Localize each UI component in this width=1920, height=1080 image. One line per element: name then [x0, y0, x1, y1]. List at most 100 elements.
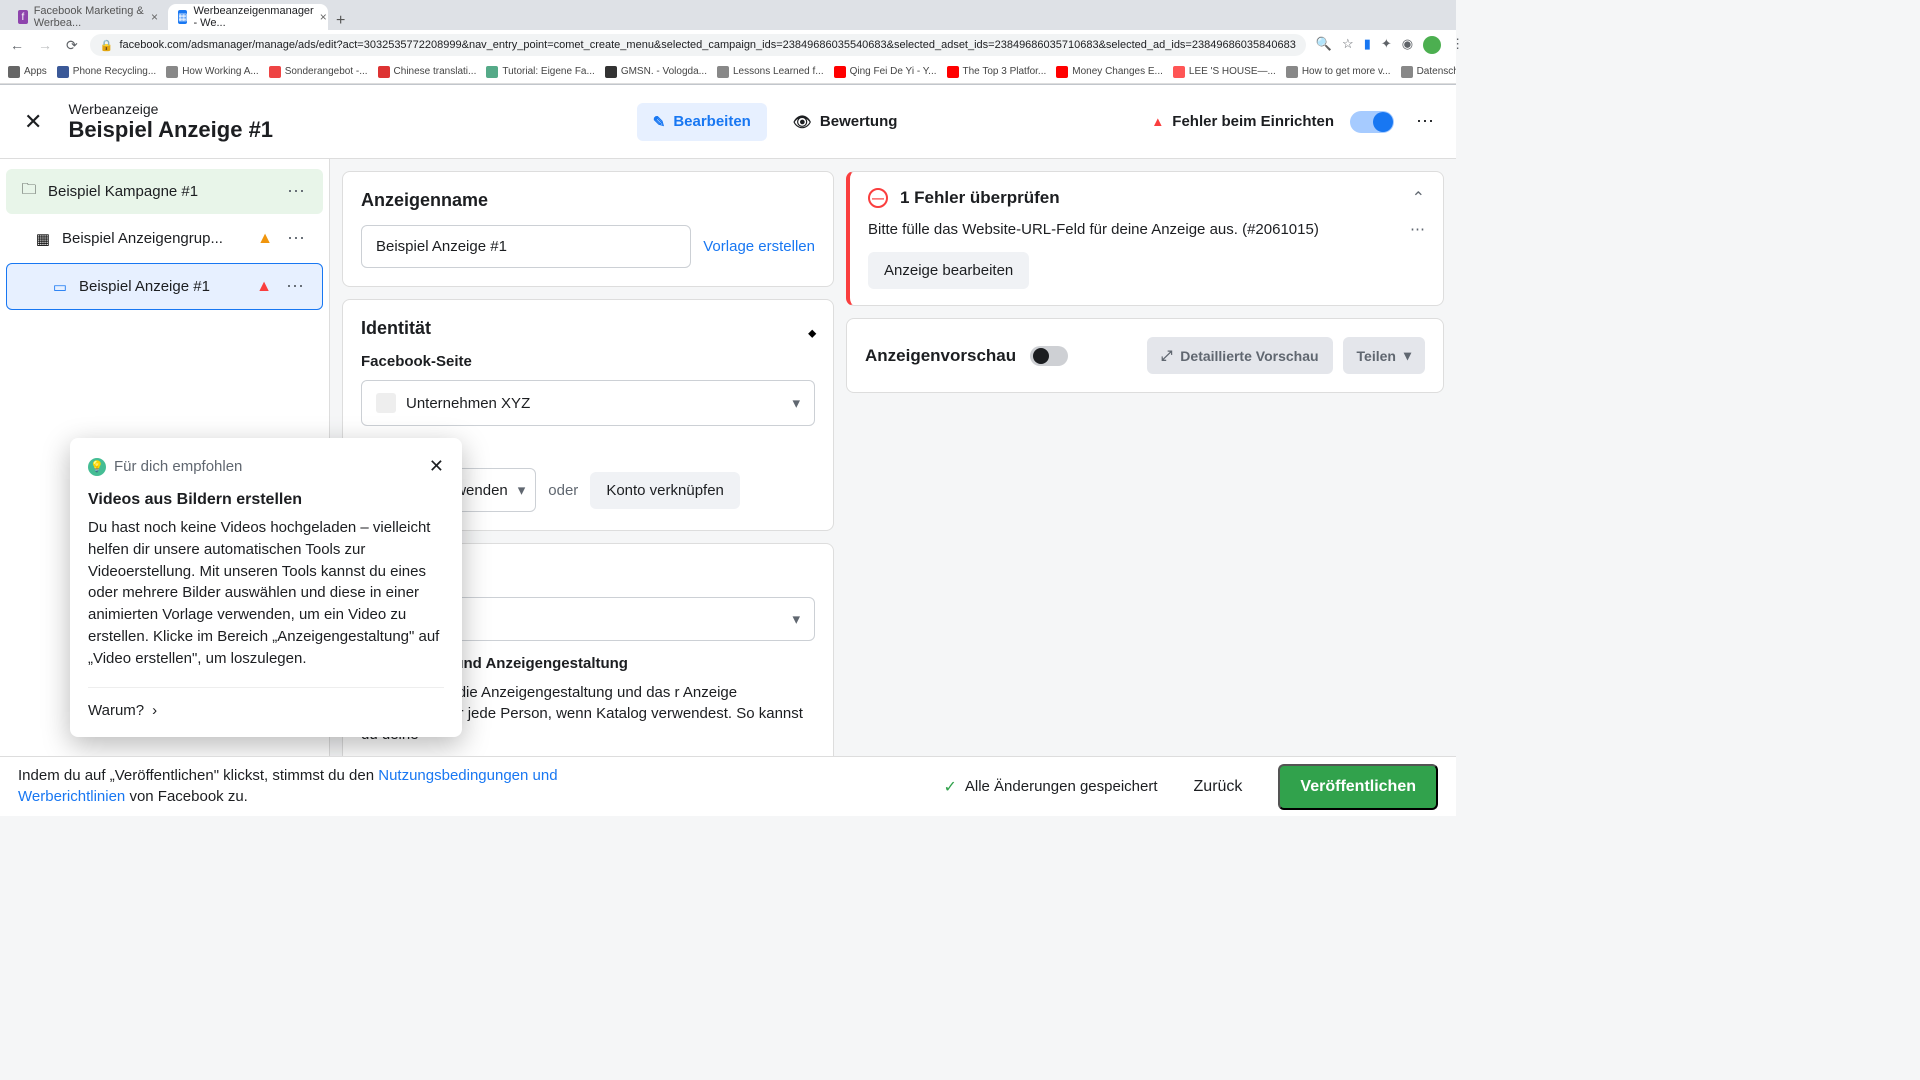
extension-icon[interactable]: ▮ [1364, 36, 1371, 54]
edit-ad-button[interactable]: Anzeige bearbeiten [868, 252, 1029, 289]
forward-icon[interactable]: → [36, 35, 54, 55]
new-tab-button[interactable]: + [328, 12, 353, 30]
close-icon[interactable]: × [320, 10, 327, 24]
app-header: ✕ Werbeanzeige Beispiel Anzeige #1 ✎ Bea… [0, 85, 1456, 159]
bookmark-item[interactable]: LEE 'S HOUSE—... [1173, 66, 1276, 78]
active-toggle[interactable] [1350, 111, 1394, 133]
facebook-page-select[interactable]: Unternehmen XYZ ▾ [361, 380, 815, 426]
browser-tab-active[interactable]: ▦ Werbeanzeigenmanager - We... × [168, 4, 328, 30]
apps-button[interactable]: Apps [8, 66, 47, 78]
bookmark-item[interactable]: GMSN. - Vologda... [605, 66, 707, 78]
close-button[interactable]: ✕ [16, 105, 50, 139]
lightbulb-icon: 💡 [88, 458, 106, 476]
popover-title: Videos aus Bildern erstellen [88, 491, 444, 509]
footer-disclaimer: Indem du auf „Veröffentlichen" klickst, … [18, 766, 638, 807]
browser-chrome: f Facebook Marketing & Werbea... × ▦ Wer… [0, 0, 1456, 85]
edit-button[interactable]: ✎ Bearbeiten [637, 103, 767, 141]
select-value: Unternehmen XYZ [406, 395, 530, 412]
close-icon[interactable]: × [151, 10, 158, 24]
sidebar-item-ad[interactable]: ▭ Beispiel Anzeige #1 ▲ ⋯ [6, 263, 323, 310]
review-button[interactable]: 👁 Bewertung [777, 103, 914, 141]
facebook-favicon-icon: f [18, 10, 28, 24]
bookmark-item[interactable]: The Top 3 Platfor... [947, 66, 1047, 78]
bookmark-item[interactable]: Sonderangebot -... [269, 66, 368, 78]
bookmark-item[interactable]: Money Changes E... [1056, 66, 1163, 78]
check-icon: ✓ [943, 777, 956, 797]
eye-icon: 👁 [793, 113, 812, 131]
error-title: 1 Fehler überprüfen [900, 188, 1400, 208]
ad-icon: ▭ [51, 278, 69, 296]
ad-name-card: Anzeigenname Vorlage erstellen [342, 171, 834, 287]
warning-icon: ▲ [257, 230, 273, 248]
more-icon[interactable]: ⋯ [283, 181, 309, 202]
chevron-down-icon: ▾ [1404, 347, 1411, 364]
save-status: ✓ Alle Änderungen gespeichert [943, 777, 1157, 797]
page-icon [376, 393, 396, 413]
bookmark-item[interactable]: Tutorial: Eigene Fa... [486, 66, 594, 78]
close-icon[interactable]: ✕ [429, 456, 444, 477]
chevron-down-icon: ▾ [792, 610, 800, 628]
bookmark-item[interactable]: Chinese translati... [378, 66, 477, 78]
back-button[interactable]: Zurück [1176, 768, 1261, 806]
puzzle-icon[interactable]: ✦ [1381, 36, 1392, 54]
sidebar-item-label: Beispiel Anzeige #1 [79, 278, 246, 295]
menu-icon[interactable]: ⋮ [1451, 36, 1464, 54]
browser-tab[interactable]: f Facebook Marketing & Werbea... × [8, 4, 168, 30]
bookmark-item[interactable]: Qing Fei De Yi - Y... [834, 66, 937, 78]
sidebar-item-label: Beispiel Kampagne #1 [48, 183, 273, 200]
popover-body: Du hast noch keine Videos hochgeladen – … [88, 517, 444, 669]
bookmark-item[interactable]: How to get more v... [1286, 66, 1391, 78]
reload-icon[interactable]: ⟳ [64, 35, 80, 56]
error-icon: ▲ [256, 278, 272, 296]
chevron-right-icon: › [152, 702, 157, 719]
warning-triangle-icon: ▲ [1151, 114, 1164, 129]
sidebar-item-adset[interactable]: ▦ Beispiel Anzeigengrup... ▲ ⋯ [6, 216, 323, 261]
error-message: Bitte fülle das Website-URL-Feld für dei… [868, 220, 1398, 240]
url-text: facebook.com/adsmanager/manage/ads/edit?… [119, 39, 1295, 51]
share-button[interactable]: Teilen ▾ [1343, 337, 1425, 374]
setup-error-badge: ▲ Fehler beim Einrichten [1151, 113, 1334, 130]
more-icon[interactable]: ⋯ [282, 276, 308, 297]
address-bar: ← → ⟳ 🔒 facebook.com/adsmanager/manage/a… [0, 30, 1456, 60]
or-text: oder [548, 482, 578, 499]
bookmark-item[interactable]: Datenschutz – Re... [1401, 66, 1456, 78]
more-menu-button[interactable]: ⋯ [1410, 105, 1440, 138]
sidebar-item-label: Beispiel Anzeigengrup... [62, 230, 247, 247]
back-icon[interactable]: ← [8, 35, 26, 55]
publish-button[interactable]: Veröffentlichen [1278, 764, 1438, 810]
ad-name-input[interactable] [361, 225, 691, 268]
cursor-icon: ⬥ [808, 326, 816, 341]
create-template-link[interactable]: Vorlage erstellen [703, 238, 815, 255]
error-circle-icon: — [868, 188, 888, 208]
chevron-up-icon[interactable]: ⌃ [1412, 188, 1425, 208]
bookmark-item[interactable]: Phone Recycling... [57, 66, 156, 78]
preview-card: Anzeigenvorschau ⤢ Detaillierte Vorschau… [846, 318, 1444, 393]
bookmarks-bar: Apps Phone Recycling... How Working A...… [0, 60, 1456, 84]
tab-title: Werbeanzeigenmanager - We... [193, 5, 313, 29]
sidebar-item-campaign[interactable]: 🗀 Beispiel Kampagne #1 ⋯ [6, 169, 323, 214]
adset-icon: ▦ [34, 230, 52, 248]
detailed-preview-button[interactable]: ⤢ Detaillierte Vorschau [1147, 337, 1332, 374]
expand-icon: ⤢ [1161, 347, 1172, 364]
chevron-down-icon: ▾ [518, 481, 526, 499]
page-title: Beispiel Anzeige #1 [68, 117, 273, 143]
bookmark-item[interactable]: Lessons Learned f... [717, 66, 824, 78]
url-field[interactable]: 🔒 facebook.com/adsmanager/manage/ads/edi… [90, 34, 1306, 56]
more-icon[interactable]: ⋯ [283, 228, 309, 249]
ads-manager-favicon-icon: ▦ [178, 10, 187, 24]
tab-title: Facebook Marketing & Werbea... [34, 5, 145, 29]
section-title: Anzeigenname [361, 190, 815, 211]
star-icon[interactable]: ☆ [1342, 36, 1354, 54]
lock-icon: 🔒 [100, 39, 114, 52]
avatar-icon[interactable] [1423, 36, 1441, 54]
pencil-icon: ✎ [653, 113, 666, 131]
preview-toggle[interactable] [1030, 346, 1068, 366]
extension-icon[interactable]: ◉ [1402, 36, 1413, 54]
header-subtitle: Werbeanzeige [68, 101, 273, 117]
more-icon[interactable]: ⋯ [1410, 220, 1425, 238]
link-account-button[interactable]: Konto verknüpfen [590, 472, 740, 509]
bookmark-item[interactable]: How Working A... [166, 66, 259, 78]
zoom-icon[interactable]: 🔍 [1316, 36, 1332, 54]
why-link[interactable]: Warum? › [88, 687, 444, 719]
footer: Indem du auf „Veröffentlichen" klickst, … [0, 756, 1456, 816]
